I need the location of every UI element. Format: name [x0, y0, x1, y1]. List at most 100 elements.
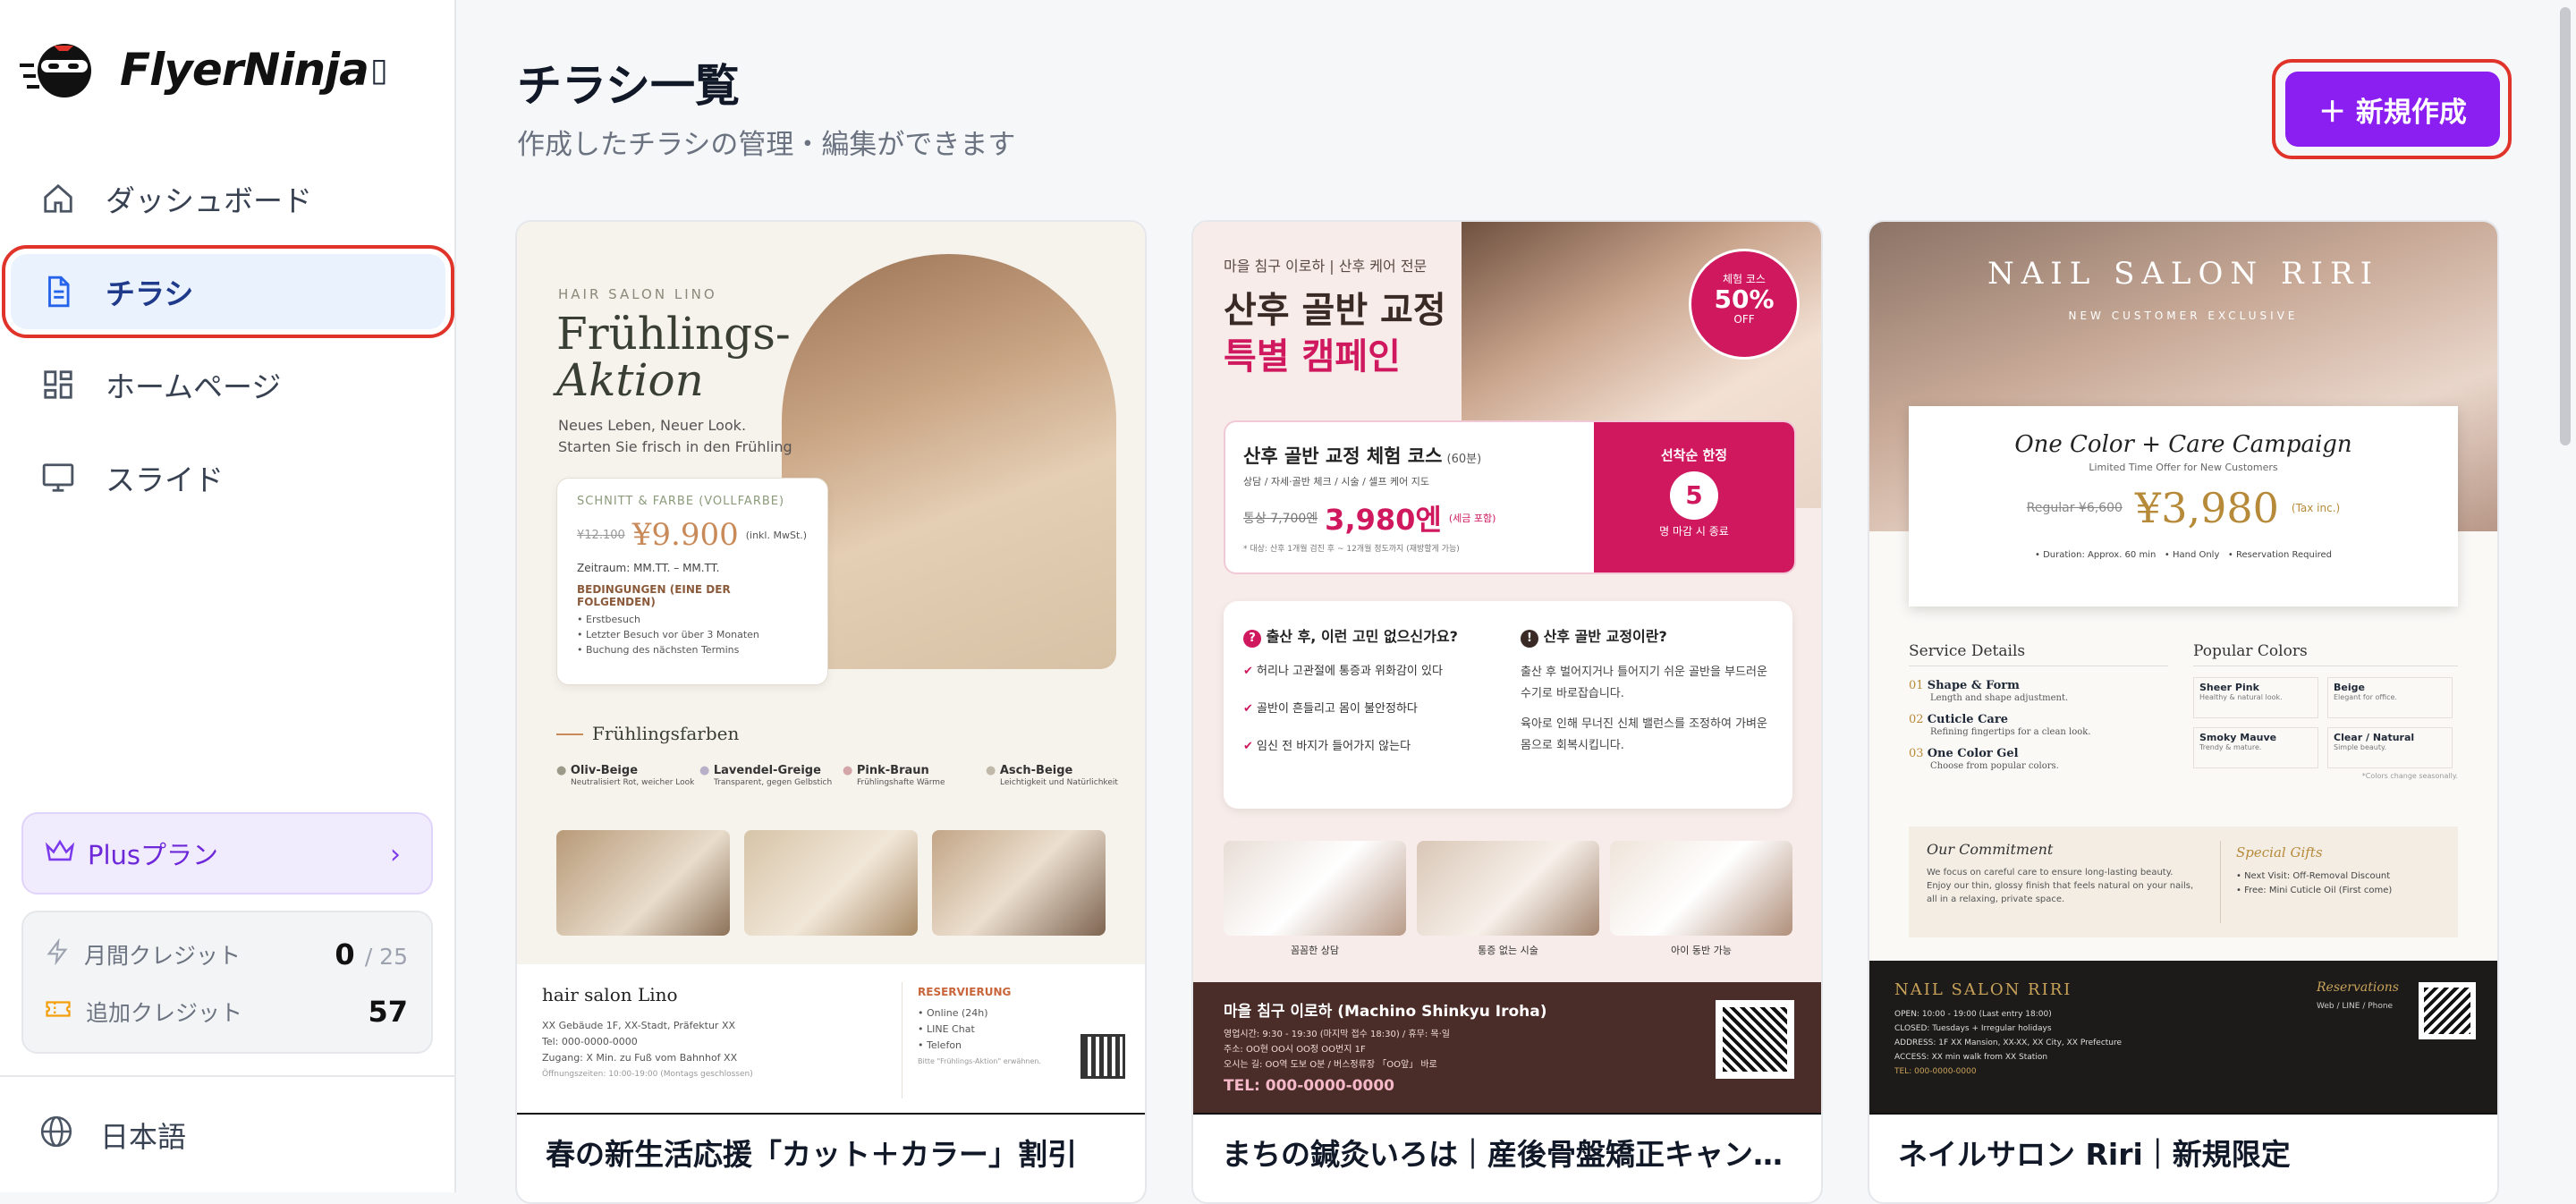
nav-item-dashboard[interactable]: ダッシュボード	[11, 161, 445, 236]
limit-panel: 선착순 한정 5 명 마감 시 종료	[1594, 422, 1794, 572]
flyer-card-title: まちの鍼灸いろは｜産後骨盤矯正キャンペ...	[1193, 1113, 1821, 1202]
document-icon	[39, 273, 77, 310]
concern-item: 임신 전 바지가 들어가지 않는다	[1257, 740, 1411, 753]
sidebar: FlyerNinja ▯ ダッシュボード チラシ ホームページ スライド Plu…	[0, 0, 456, 1192]
phone-number: TEL: 000-0000-0000	[1224, 1077, 1394, 1095]
flyer-card[interactable]: HAIR SALON LINO Frühlings- Aktion Neues …	[515, 220, 1147, 1204]
extra-credit-value: 57	[368, 995, 408, 1029]
flyer-title: 산후 골반 교정	[1224, 289, 1446, 331]
home-icon	[39, 180, 77, 217]
condition-item: Buchung des nächsten Termins	[586, 644, 740, 656]
hours-line: Öffnungszeiten: 10:00-19:00 (Montags ges…	[542, 1070, 753, 1079]
info-box: ? 출산 후, 이런 고민 없으신가요? ✔ 허리나 고관절에 통증과 위화감이…	[1224, 601, 1792, 809]
portrait-photo	[782, 254, 1116, 669]
color-item: ● Asch-Beige Leichtigkeit und Natürlichke…	[986, 764, 1118, 787]
new-flyer-button[interactable]: ＋ 新規作成	[2285, 72, 2500, 147]
color-item: ● Oliv-Beige Neutralisiert Rot, weicher L…	[556, 764, 695, 787]
flyer-title-2: 특별 캠페인	[1224, 335, 1401, 377]
flyer-subtitle-2: Starten Sie frisch in den Frühling	[558, 438, 792, 455]
ninja-logo-icon	[18, 38, 100, 101]
course-box: 산후 골반 교정 체험 코스 (60분) 상담 / 자세·골반 체크 / 시술 …	[1224, 420, 1796, 574]
scrollbar-thumb[interactable]	[2560, 7, 2571, 445]
footer-line: 영업시간: 9:30 - 19:30 (마지막 접수 18:30) / 휴무: …	[1224, 1030, 1450, 1039]
nav-item-slides[interactable]: スライド	[11, 440, 445, 515]
flyer-card[interactable]: NAIL SALON RIRI NEW CUSTOMER EXCLUSIVE O…	[1868, 220, 2499, 1204]
treatment-photo	[1417, 841, 1599, 936]
qr-code-icon	[1716, 1000, 1794, 1079]
target-note: * 대상: 산후 1개월 검진 후 ~ 12개월 정도까지 (재방할게 가능)	[1243, 545, 1460, 554]
question-head: 출산 후, 이런 고민 없으신가요?	[1266, 628, 1458, 645]
reservation-head: RESERVIERUNG	[918, 986, 1012, 998]
old-price: ¥12.100	[577, 528, 625, 542]
color-item: ● Pink-Braun Frühlingshafte Wärme	[843, 764, 945, 787]
flyer-card[interactable]: 마을 침구 이로하 | 산후 케어 전문 산후 골반 교정 특별 캠페인 체험 …	[1191, 220, 1823, 1204]
concern-item: 허리나 고관절에 통증과 위화감이 있다	[1257, 665, 1443, 678]
salon-photo	[932, 830, 1106, 936]
chevron-right-icon: ›	[390, 839, 401, 870]
app-name: FlyerNinja	[120, 44, 369, 96]
address-line: Zugang: X Min. zu Fuß vom Bahnhof XX	[542, 1052, 738, 1064]
divider	[556, 733, 583, 735]
discount-badge: 체험 코스 50% OFF	[1689, 249, 1800, 360]
concern-item: 골반이 흔들리고 몸이 불안정하다	[1257, 702, 1418, 716]
language-label: 日本語	[100, 1119, 187, 1154]
monthly-credit-value: 0 / 25	[335, 937, 408, 971]
treatment-photo	[1610, 841, 1792, 936]
popular-colors: Popular Colors Sheer Pink Healthy & natur…	[2193, 642, 2458, 780]
qr-code-icon	[1080, 1034, 1125, 1079]
salon-name: hair salon Lino	[542, 984, 678, 1005]
old-price: Regular ¥6,600	[2026, 501, 2123, 515]
photo-caption: 아이 동반 가능	[1671, 945, 1732, 956]
flyer-card-title: 春の新生活応援「カット＋カラー」割引	[517, 1113, 1145, 1202]
commitment-box: Our Commitment We focus on careful care …	[1909, 827, 2458, 937]
plan-label: Plusプラン	[88, 840, 219, 870]
sidebar-nav: ダッシュボード チラシ ホームページ スライド	[0, 161, 456, 533]
nav-label: ダッシュボード	[106, 183, 312, 218]
extra-credit-label: 追加クレジット	[86, 1000, 243, 1026]
flyer-thumbnail: HAIR SALON LINO Frühlings- Aktion Neues …	[517, 222, 1145, 1113]
flyer-title: Frühlings-	[556, 308, 791, 360]
nav-label: スライド	[106, 462, 224, 497]
flyer-card-title: ネイルサロン Riri｜新規限定	[1869, 1113, 2497, 1202]
scrollbar[interactable]	[2555, 0, 2576, 1192]
salon-photo	[744, 830, 918, 936]
service-list: Service Details 01 Shape & Form Length an…	[1909, 642, 2168, 772]
sale-price: ¥3,980	[2134, 484, 2279, 532]
course-title: 산후 골반 교정 체험 코스	[1243, 445, 1443, 467]
sale-price: ¥9.900	[631, 517, 739, 553]
photo-caption: 꼼꼼한 상담	[1290, 945, 1340, 956]
color-list: ● Oliv-Beige Neutralisiert Rot, weicher L…	[556, 764, 1129, 788]
flyer-brand: HAIR SALON LINO	[558, 286, 717, 302]
answer-text: 육아로 인해 무너진 신체 밸런스를 조정하여 가벼운 몸으로 회복시킵니다.	[1521, 717, 1767, 752]
conditions-head: BEDINGUNGEN (EINE DER FOLGENDEN)	[577, 583, 731, 608]
language-selector[interactable]: 日本語	[0, 1075, 456, 1192]
answer-text: 출산 후 벌어지거나 틀어지기 쉬운 골반을 부드러운 수기로 바로잡습니다.	[1521, 666, 1767, 700]
app-logo[interactable]: FlyerNinja ▯	[18, 34, 388, 106]
price-box-head: SCHNITT & FARBE (VOLLFARBE)	[577, 495, 785, 508]
extra-credit-row: 追加クレジット 57	[45, 989, 408, 1034]
flyer-brand-sub: NEW CUSTOMER EXCLUSIVE	[2068, 309, 2299, 322]
nav-item-homepage[interactable]: ホームページ	[11, 347, 445, 422]
flyer-footer: hair salon Lino XX Gebäude 1F, XX-Stadt,…	[517, 964, 1145, 1113]
page-subtitle: 作成したチラシの管理・編集ができます	[517, 129, 1016, 161]
plus-plan-button[interactable]: Plusプラン ›	[21, 812, 433, 895]
crown-icon	[45, 837, 75, 870]
condition-item: Letzter Besuch vor über 3 Monaten	[586, 629, 759, 640]
colors-head: Frühlingsfarben	[592, 723, 740, 744]
flyer-title-2: Aktion	[556, 354, 704, 406]
address-line: XX Gebäude 1F, XX-Stadt, Präfektur XX	[542, 1020, 736, 1031]
reservation-item: Online (24h)	[927, 1007, 988, 1019]
treatment-photo	[1224, 841, 1406, 936]
sale-price: 3,980엔	[1325, 503, 1442, 537]
price-note: (inkl. MwSt.)	[745, 529, 808, 541]
ticket-icon	[45, 997, 72, 1026]
old-price: 통상 7,700엔	[1243, 512, 1318, 526]
footer-line: 주소: OO현 OO시 OO정 OO번지 1F	[1224, 1045, 1366, 1055]
globe-icon	[39, 1115, 73, 1156]
nav-label: チラシ	[106, 276, 194, 311]
period: Zeitraum: MM.TT. – MM.TT.	[577, 562, 720, 574]
nav-item-flyers[interactable]: チラシ	[2, 245, 454, 338]
footer-line: 오시는 길: OO역 도보 O분 / 버스정류장 「OO앞」 바로	[1224, 1060, 1437, 1070]
flyer-footer: NAIL SALON RIRI OPEN: 10:00 - 19:00 (Las…	[1869, 961, 2497, 1113]
flyer-thumbnail: NAIL SALON RIRI NEW CUSTOMER EXCLUSIVE O…	[1869, 222, 2497, 1113]
